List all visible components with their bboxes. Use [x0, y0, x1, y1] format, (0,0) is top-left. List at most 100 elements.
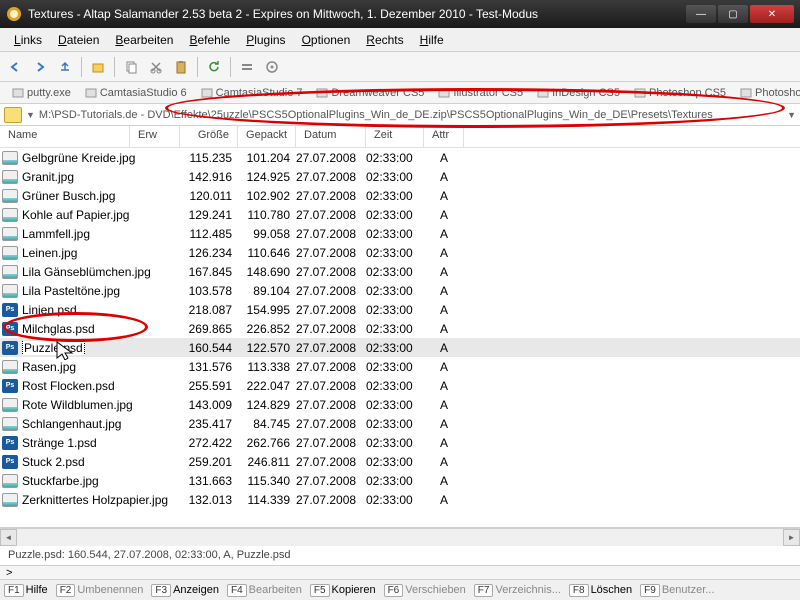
- paste-button[interactable]: [170, 56, 192, 78]
- up-button[interactable]: [54, 56, 76, 78]
- scroll-left-button[interactable]: ◄: [0, 529, 17, 546]
- status-bar: Puzzle.psd: 160.544, 27.07.2008, 02:33:0…: [0, 546, 800, 566]
- file-row[interactable]: Gelbgrüne Kreide.jpg115.235101.20427.07.…: [0, 148, 800, 167]
- file-row[interactable]: PsMilchglas.psd269.865226.85227.07.20080…: [0, 319, 800, 338]
- file-row[interactable]: Rote Wildblumen.jpg143.009124.82927.07.2…: [0, 395, 800, 414]
- file-row[interactable]: Lila Pasteltöne.jpg103.57889.10427.07.20…: [0, 281, 800, 300]
- command-prompt[interactable]: >: [0, 566, 800, 580]
- jpg-icon: [2, 208, 18, 222]
- tab-dreamweaver-cs5[interactable]: Dreamweaver CS5: [310, 85, 430, 101]
- menu-bearbeiten[interactable]: Bearbeiten: [107, 30, 181, 50]
- properties-button[interactable]: [261, 56, 283, 78]
- tab-camtasiastudio-7[interactable]: CamtasiaStudio 7: [195, 85, 309, 101]
- file-row[interactable]: PsStränge 1.psd272.422262.76627.07.20080…: [0, 433, 800, 452]
- file-row[interactable]: Schlangenhaut.jpg235.41784.74527.07.2008…: [0, 414, 800, 433]
- file-row[interactable]: Leinen.jpg126.234110.64627.07.200802:33:…: [0, 243, 800, 262]
- col-attr[interactable]: Attr: [424, 126, 464, 147]
- path-display[interactable]: M:\PSD-Tutorials.de - DVD\Effekte\25uzzl…: [39, 109, 783, 121]
- file-row[interactable]: Grüner Busch.jpg120.011102.90227.07.2008…: [0, 186, 800, 205]
- psd-icon: Ps: [2, 322, 18, 336]
- jpg-icon: [2, 170, 18, 184]
- tab-indesign-cs5[interactable]: InDesign CS5: [531, 85, 626, 101]
- scroll-right-button[interactable]: ►: [783, 529, 800, 546]
- view-button[interactable]: [236, 56, 258, 78]
- file-row[interactable]: Rasen.jpg131.576113.33827.07.200802:33:0…: [0, 357, 800, 376]
- file-row[interactable]: Lila Gänseblümchen.jpg167.845148.69027.0…: [0, 262, 800, 281]
- jpg-icon: [2, 189, 18, 203]
- titlebar: Textures - Altap Salamander 2.53 beta 2 …: [0, 0, 800, 28]
- file-row[interactable]: PsPuzzle.psd160.544122.57027.07.200802:3…: [0, 338, 800, 357]
- file-row[interactable]: Lammfell.jpg112.48599.05827.07.200802:33…: [0, 224, 800, 243]
- psd-icon: Ps: [2, 303, 18, 317]
- file-row[interactable]: PsLinien.psd218.087154.99527.07.200802:3…: [0, 300, 800, 319]
- col-size[interactable]: Größe: [180, 126, 238, 147]
- maximize-button[interactable]: ▢: [718, 5, 748, 23]
- forward-button[interactable]: [29, 56, 51, 78]
- close-button[interactable]: ✕: [750, 5, 794, 23]
- psd-icon: Ps: [2, 379, 18, 393]
- jpg-icon: [2, 474, 18, 488]
- col-name[interactable]: Name: [0, 126, 130, 147]
- psd-icon: Ps: [2, 341, 18, 355]
- col-packed[interactable]: Gepackt: [238, 126, 296, 147]
- app-icon: [6, 6, 22, 22]
- quick-access-tabs: putty.exeCamtasiaStudio 6CamtasiaStudio …: [0, 82, 800, 104]
- fn-f2: F2Umbenennen: [56, 584, 144, 597]
- copy-button[interactable]: [120, 56, 142, 78]
- menu-links[interactable]: Links: [6, 30, 50, 50]
- file-row[interactable]: Kohle auf Papier.jpg129.241110.78027.07.…: [0, 205, 800, 224]
- fn-f8[interactable]: F8Löschen: [569, 584, 632, 597]
- pathbar[interactable]: ▼ M:\PSD-Tutorials.de - DVD\Effekte\25uz…: [0, 104, 800, 126]
- path-chevron-icon: ▼: [787, 110, 796, 120]
- jpg-icon: [2, 284, 18, 298]
- psd-icon: Ps: [2, 455, 18, 469]
- fn-f6: F6Verschieben: [384, 584, 466, 597]
- menu-plugins[interactable]: Plugins: [238, 30, 293, 50]
- back-button[interactable]: [4, 56, 26, 78]
- fn-f7: F7Verzeichnis...: [474, 584, 561, 597]
- file-list-panel: Name Erw Größe Gepackt Datum Zeit Attr G…: [0, 126, 800, 528]
- menu-rechts[interactable]: Rechts: [358, 30, 411, 50]
- jpg-icon: [2, 398, 18, 412]
- file-row[interactable]: Granit.jpg142.916124.92527.07.200802:33:…: [0, 167, 800, 186]
- file-row[interactable]: PsRost Flocken.psd255.591222.04727.07.20…: [0, 376, 800, 395]
- tab-camtasiastudio-6[interactable]: CamtasiaStudio 6: [79, 85, 193, 101]
- menu-optionen[interactable]: Optionen: [294, 30, 359, 50]
- jpg-icon: [2, 246, 18, 260]
- jpg-icon: [2, 265, 18, 279]
- fn-f3[interactable]: F3Anzeigen: [151, 584, 219, 597]
- hotpath-button[interactable]: [87, 56, 109, 78]
- cut-button[interactable]: [145, 56, 167, 78]
- fn-f5[interactable]: F5Kopieren: [310, 584, 376, 597]
- window-title: Textures - Altap Salamander 2.53 beta 2 …: [28, 7, 684, 21]
- tab-photoshop[interactable]: Photoshop: [734, 85, 800, 101]
- menubar: LinksDateienBearbeitenBefehlePluginsOpti…: [0, 28, 800, 52]
- fn-f1[interactable]: F1Hilfe: [4, 584, 48, 597]
- fn-f9: F9Benutzer...: [640, 584, 714, 597]
- drive-button[interactable]: [4, 107, 22, 123]
- column-headers[interactable]: Name Erw Größe Gepackt Datum Zeit Attr: [0, 126, 800, 148]
- menu-dateien[interactable]: Dateien: [50, 30, 107, 50]
- jpg-icon: [2, 493, 18, 507]
- tab-photoshop-cs5[interactable]: Photoshop CS5: [628, 85, 732, 101]
- file-row[interactable]: Zerknittertes Holzpapier.jpg132.013114.3…: [0, 490, 800, 509]
- col-erw[interactable]: Erw: [130, 126, 180, 147]
- jpg-icon: [2, 151, 18, 165]
- menu-befehle[interactable]: Befehle: [181, 30, 238, 50]
- toolbar: [0, 52, 800, 82]
- col-date[interactable]: Datum: [296, 126, 366, 147]
- fn-f4: F4Bearbeiten: [227, 584, 302, 597]
- function-key-bar: F1Hilfe F2Umbenennen F3Anzeigen F4Bearbeite…: [0, 580, 800, 600]
- horizontal-scrollbar[interactable]: ◄ ►: [0, 528, 800, 546]
- col-time[interactable]: Zeit: [366, 126, 424, 147]
- tab-putty.exe[interactable]: putty.exe: [6, 85, 77, 101]
- file-row[interactable]: Stuckfarbe.jpg131.663115.34027.07.200802…: [0, 471, 800, 490]
- jpg-icon: [2, 360, 18, 374]
- file-row[interactable]: PsStuck 2.psd259.201246.81127.07.200802:…: [0, 452, 800, 471]
- psd-icon: Ps: [2, 436, 18, 450]
- refresh-button[interactable]: [203, 56, 225, 78]
- tab-illustrator-cs5[interactable]: Illustrator CS5: [432, 85, 529, 101]
- drive-chevron-icon: ▼: [26, 110, 35, 120]
- menu-hilfe[interactable]: Hilfe: [412, 30, 452, 50]
- minimize-button[interactable]: —: [686, 5, 716, 23]
